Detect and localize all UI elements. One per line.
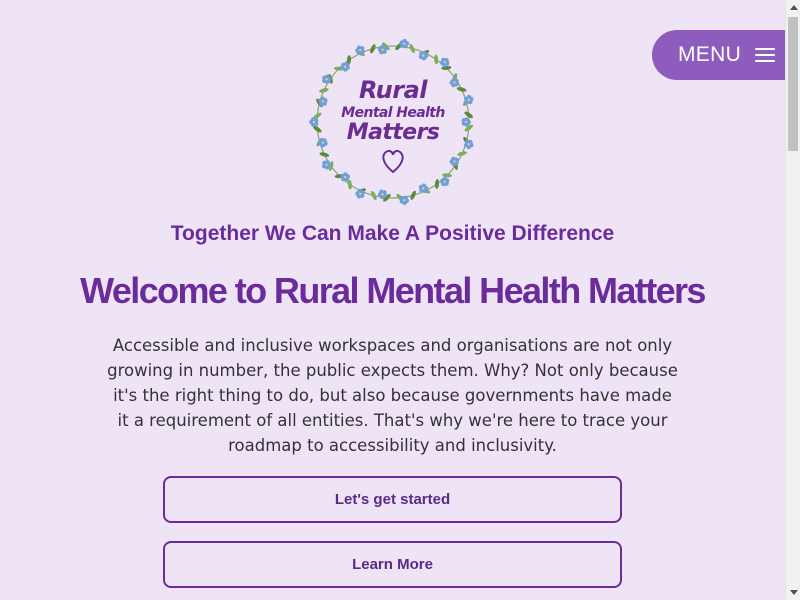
logo-text-matters: Matters <box>346 120 440 145</box>
page: MENU Rural Mental Health Matters Togethe… <box>0 0 785 600</box>
site-logo[interactable]: Rural Mental Health Matters <box>305 34 481 210</box>
heart-icon <box>382 149 404 174</box>
menu-button[interactable]: MENU <box>652 30 785 80</box>
logo-text-rural: Rural <box>358 76 428 104</box>
get-started-button[interactable]: Let's get started <box>163 476 622 523</box>
page-title: Welcome to Rural Mental Health Matters <box>80 270 706 311</box>
tagline: Together We Can Make A Positive Differen… <box>170 222 615 245</box>
scroll-down-arrow-icon[interactable] <box>786 585 800 600</box>
vertical-scrollbar[interactable] <box>785 0 800 600</box>
scroll-up-arrow-icon[interactable] <box>786 0 800 15</box>
menu-label: MENU <box>678 43 742 66</box>
learn-more-button[interactable]: Learn More <box>163 541 622 588</box>
intro-paragraph: Accessible and inclusive workspaces and … <box>107 336 678 455</box>
scrollbar-thumb[interactable] <box>788 17 798 151</box>
logo-text-mental-health: Mental Health <box>341 105 445 121</box>
hamburger-icon <box>755 48 776 62</box>
